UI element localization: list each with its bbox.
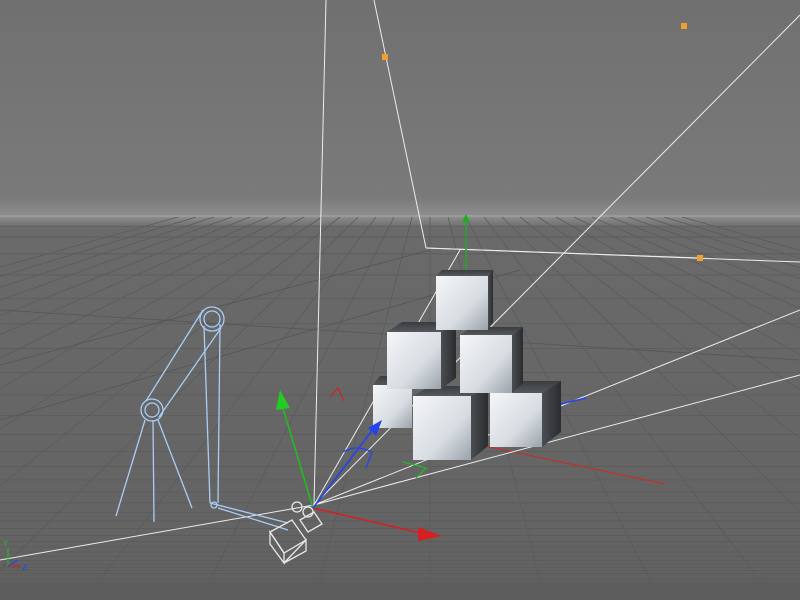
cube[interactable]	[387, 322, 456, 389]
cube[interactable]	[413, 386, 488, 460]
cube[interactable]	[436, 270, 493, 330]
world-axis-z-label: Z	[22, 563, 28, 572]
scene-background	[0, 0, 800, 600]
viewport-canvas[interactable]: Y Z	[0, 0, 800, 600]
world-axis-y-label: Y	[2, 539, 8, 548]
frustum-handle[interactable]	[697, 255, 703, 261]
frustum-handle[interactable]	[382, 54, 388, 60]
frustum-handle[interactable]	[681, 23, 687, 29]
viewport-status-strip	[0, 583, 800, 600]
cube[interactable]	[460, 327, 523, 393]
3d-viewport[interactable]: Y Z	[0, 0, 800, 600]
